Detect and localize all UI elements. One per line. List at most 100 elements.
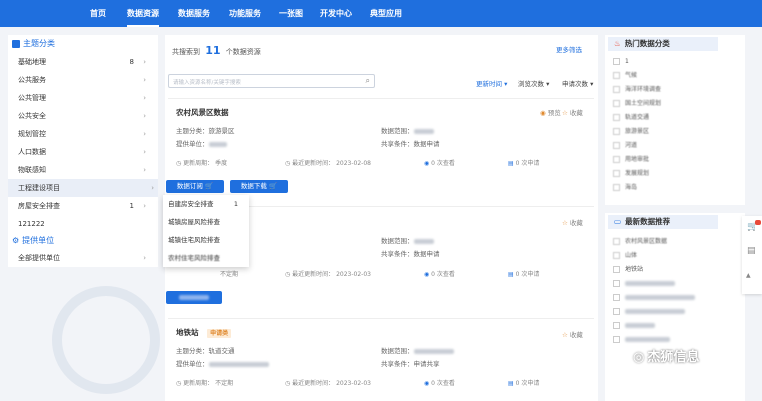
- hot-item[interactable]: 轨道交通: [613, 111, 741, 124]
- sort-update-time[interactable]: 更新时间 ▾: [476, 78, 507, 88]
- sidebar-item-population[interactable]: 人口数据 ›: [18, 143, 146, 161]
- redacted-value: [625, 309, 685, 314]
- new-item[interactable]: [613, 291, 741, 304]
- hot-item-label: 海岛: [625, 184, 638, 191]
- sidebar-item-121222[interactable]: 121222: [18, 215, 146, 233]
- sidebar-item-basic-geo[interactable]: 基础地理 8 ›: [18, 53, 146, 71]
- hot-item[interactable]: 发展规划: [613, 167, 741, 180]
- hot-item[interactable]: 河道: [613, 139, 741, 152]
- sidebar-item-label: 公共服务: [18, 76, 46, 84]
- sidebar-item-public-service[interactable]: 公共服务 ›: [18, 71, 146, 89]
- new-item[interactable]: 农村风景区数据: [613, 235, 741, 248]
- dropdown-item[interactable]: 城镇房屋风险排查: [168, 213, 248, 231]
- watermark-logo: [52, 286, 160, 394]
- layers-icon: [12, 39, 20, 48]
- field-label: 数据范围：: [381, 127, 414, 135]
- sidebar-item-iot[interactable]: 物联感知 ›: [18, 161, 146, 179]
- clock-icon: ◷: [176, 160, 182, 167]
- card-title-text: 地铁站: [176, 328, 199, 337]
- dropdown-item-count: 1: [233, 200, 238, 208]
- back-to-top-icon[interactable]: ▲: [746, 272, 751, 279]
- new-item[interactable]: [613, 319, 741, 332]
- watermark-label: 杰狮信息: [647, 350, 700, 365]
- more-filter-link[interactable]: 更多筛选: [556, 44, 582, 54]
- subscribe-button[interactable]: [166, 291, 222, 304]
- nav-typical-apps[interactable]: 典型应用: [370, 0, 402, 27]
- meta-value: 季度: [215, 160, 228, 167]
- hot-item[interactable]: 国土空间规划: [613, 97, 741, 110]
- field-value: 轨道交通: [208, 347, 235, 355]
- nav-function-services[interactable]: 功能服务: [229, 0, 261, 27]
- dropdown-item[interactable]: 农村住宅风险排查: [168, 249, 248, 267]
- chevron-right-icon: ›: [143, 94, 146, 102]
- meta-value: 2023-02-08: [336, 160, 371, 167]
- meta-value: 0 次查看: [431, 271, 455, 278]
- new-item[interactable]: 山体: [613, 249, 741, 262]
- clock-icon: ◷: [285, 271, 291, 278]
- hot-item[interactable]: 海岛: [613, 181, 741, 194]
- search-icon[interactable]: ⌕: [366, 76, 370, 86]
- card-title[interactable]: 农村风景区数据: [176, 107, 229, 118]
- meta-value: 2023-02-03: [336, 380, 371, 387]
- clock-icon: ◷: [285, 380, 291, 387]
- sort-label: 更新时间: [476, 80, 502, 88]
- hot-item[interactable]: 海洋环境调查: [613, 83, 741, 96]
- meta-label: 更新周期：: [183, 380, 214, 387]
- new-item[interactable]: [613, 277, 741, 290]
- monitor-icon: ▭: [614, 217, 622, 226]
- favorite-button[interactable]: ☆ 收藏: [562, 329, 583, 339]
- nav-dev-center[interactable]: 开发中心: [320, 0, 352, 27]
- new-item[interactable]: 地铁站: [613, 263, 741, 276]
- favorite-button[interactable]: ☆ 收藏: [562, 107, 583, 117]
- download-button[interactable]: 数据下载 🛒: [230, 180, 288, 193]
- sidebar-item-house-safety[interactable]: 房屋安全排查 1 ›: [18, 197, 146, 215]
- field-label: 提供单位：: [176, 140, 209, 148]
- meta-label: 最近更新时间：: [292, 160, 335, 167]
- sidebar-item-construction[interactable]: 工程建设项目 ›: [8, 179, 158, 197]
- sort-views[interactable]: 浏览次数 ▾: [518, 78, 549, 88]
- last-updated: ◷ 最近更新时间： 2023-02-08: [285, 158, 371, 167]
- clock-icon: ◷: [285, 160, 291, 167]
- sidebar-item-planning[interactable]: 规划管控 ›: [18, 125, 146, 143]
- dropdown-item[interactable]: 城镇住宅风险排查: [168, 231, 248, 249]
- checkbox: [613, 170, 620, 177]
- checkbox: [613, 72, 620, 79]
- sidebar-item-all-providers[interactable]: 全部提供单位 ›: [18, 249, 146, 267]
- checkbox: [613, 294, 620, 301]
- search-input[interactable]: 请输入资源名称/关键字搜索: [173, 78, 241, 86]
- sidebar-item-public-safety[interactable]: 公共安全 ›: [18, 107, 146, 125]
- field-value: 数据申请: [413, 140, 440, 148]
- sidebar-item-public-management[interactable]: 公共管理 ›: [18, 89, 146, 107]
- field-label: 数据范围：: [381, 347, 414, 355]
- checkbox: [613, 86, 620, 93]
- new-item[interactable]: [613, 333, 741, 346]
- hot-item[interactable]: 用地审批: [613, 153, 741, 166]
- dropdown-item[interactable]: 自建房安全排查 1: [168, 195, 248, 213]
- preview-button[interactable]: ◉ 预览: [540, 107, 561, 117]
- hot-item[interactable]: 1: [613, 55, 741, 68]
- hot-item-label: 河道: [625, 142, 638, 149]
- nav-data-resources[interactable]: 数据资源: [127, 0, 159, 27]
- hot-item[interactable]: 气候: [613, 69, 741, 82]
- document-icon: ▤: [508, 380, 514, 387]
- nav-one-map[interactable]: 一张图: [279, 0, 303, 27]
- favorite-button[interactable]: ☆ 收藏: [562, 217, 583, 227]
- sidebar-item-count: 8: [129, 58, 134, 66]
- nav-home[interactable]: 首页: [90, 0, 106, 27]
- provider-field: 提供单位：: [176, 358, 269, 368]
- new-item[interactable]: [613, 305, 741, 318]
- subscribe-button[interactable]: 数据订阅 🛒: [166, 180, 224, 193]
- document-icon[interactable]: ▤: [747, 246, 756, 256]
- nav-data-services[interactable]: 数据服务: [178, 0, 210, 27]
- checkbox: [613, 308, 620, 315]
- card-title[interactable]: 地铁站 申请类: [176, 327, 232, 338]
- eye-icon: ◉: [424, 160, 430, 167]
- sort-applies[interactable]: 申请次数 ▾: [562, 78, 593, 88]
- star-icon: ☆: [562, 331, 568, 339]
- checkbox: [613, 100, 620, 107]
- meta-value: 2023-02-03: [336, 271, 371, 278]
- cart-icon: 🛒: [204, 182, 214, 190]
- hot-item[interactable]: 旅游景区: [613, 125, 741, 138]
- meta-value: 0 次查看: [431, 380, 455, 387]
- meta-label: 最近更新时间：: [292, 271, 335, 278]
